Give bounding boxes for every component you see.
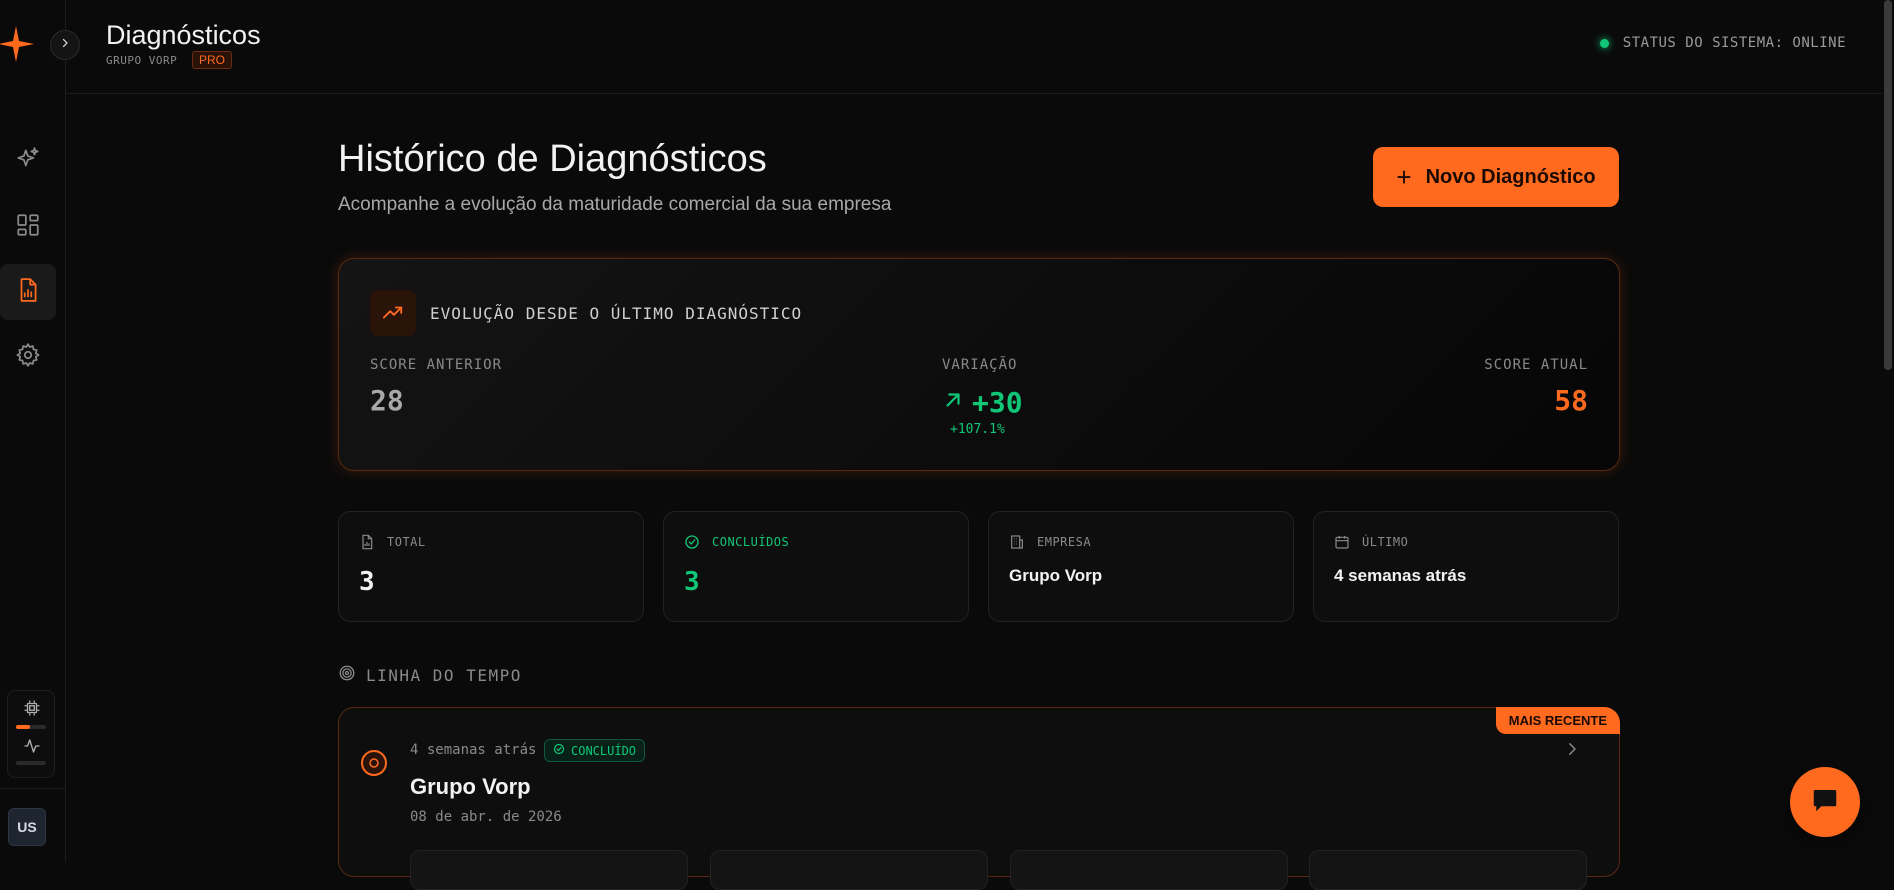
sidebar: US <box>0 0 66 862</box>
activity-bar <box>16 761 46 765</box>
sidebar-item-ai[interactable] <box>0 133 56 189</box>
entry-detail-box <box>1309 850 1587 890</box>
variation-value: +30 <box>972 386 1023 419</box>
stat-card-total: TOTAL 3 <box>338 511 644 622</box>
timeline-entry[interactable]: MAIS RECENTE 4 semanas atrás CONCLUÍDO G… <box>338 707 1620 890</box>
check-circle-icon <box>553 743 565 758</box>
page-subtitle: Acompanhe a evolução da maturidade comer… <box>338 194 892 215</box>
status-text: STATUS DO SISTEMA: ONLINE <box>1622 35 1846 51</box>
stat-card-completed: CONCLUÍDOS 3 <box>663 511 969 622</box>
status-dot <box>1599 38 1609 48</box>
building-icon <box>1009 534 1025 550</box>
entry-date: 08 de abr. de 2026 <box>410 809 562 825</box>
report-file-icon <box>15 277 41 308</box>
chat-button[interactable] <box>1790 767 1860 837</box>
top-header: Diagnósticos GRUPO VORP PRO STATUS DO SI… <box>66 0 1892 94</box>
sidebar-toggle-button[interactable] <box>50 30 80 60</box>
sparkles-icon <box>15 146 41 177</box>
sidebar-item-settings[interactable] <box>0 329 56 385</box>
page-scrollbar[interactable] <box>1882 0 1894 862</box>
file-icon <box>359 534 375 550</box>
variation-row: +30 <box>942 386 1023 419</box>
new-diagnostic-label: Novo Diagnóstico <box>1425 165 1596 188</box>
system-status: STATUS DO SISTEMA: ONLINE <box>1599 35 1846 51</box>
evolution-title: EVOLUÇÃO DESDE O ÚLTIMO DIAGNÓSTICO <box>430 304 803 323</box>
app-title: Diagnósticos <box>106 20 261 50</box>
target-icon <box>338 664 356 686</box>
stat-value: 4 semanas atrás <box>1334 566 1467 585</box>
activity-icon <box>23 737 41 760</box>
stat-label: TOTAL <box>387 535 426 549</box>
entry-company: Grupo Vorp <box>410 774 531 799</box>
previous-score-label: SCORE ANTERIOR <box>370 357 503 373</box>
stat-label: CONCLUÍDOS <box>712 535 790 549</box>
stat-label: ÚLTIMO <box>1362 535 1409 549</box>
entry-detail-box <box>1010 850 1288 890</box>
scrollbar-thumb[interactable] <box>1884 0 1892 370</box>
entry-relative-time: 4 semanas atrás <box>410 742 537 758</box>
new-diagnostic-button[interactable]: + Novo Diagnóstico <box>1373 147 1619 207</box>
entry-status-text: CONCLUÍDO <box>571 743 637 758</box>
previous-score-value: 28 <box>370 384 404 417</box>
check-circle-icon <box>684 534 700 550</box>
stat-value: Grupo Vorp <box>1009 566 1103 585</box>
stat-value: 3 <box>359 567 375 597</box>
sidebar-item-dashboard[interactable] <box>0 199 56 255</box>
cpu-icon <box>23 699 41 722</box>
entry-detail-box <box>410 850 688 890</box>
timeline-dot-icon <box>361 750 387 776</box>
current-score-value: 58 <box>1554 384 1588 417</box>
entry-detail-box <box>710 850 988 890</box>
plan-badge: PRO <box>192 51 233 69</box>
stat-value: 3 <box>684 567 700 597</box>
evolution-card: EVOLUÇÃO DESDE O ÚLTIMO DIAGNÓSTICO SCOR… <box>338 258 1620 471</box>
chevron-right-icon[interactable] <box>1563 740 1581 763</box>
system-monitor <box>7 690 55 778</box>
variation-percent: +107.1% <box>950 422 1005 437</box>
sidebar-divider <box>0 788 66 789</box>
stat-label: EMPRESA <box>1037 535 1092 549</box>
calendar-icon <box>1334 534 1350 550</box>
current-score-label: SCORE ATUAL <box>1484 357 1588 373</box>
page-title: Histórico de Diagnósticos <box>338 138 767 180</box>
user-avatar[interactable]: US <box>8 808 46 846</box>
org-name: GRUPO VORP <box>106 54 178 67</box>
dashboard-icon <box>15 212 41 243</box>
chevron-right-icon <box>59 36 71 54</box>
sidebar-item-reports[interactable] <box>0 264 56 320</box>
brand-logo-icon[interactable] <box>0 26 36 62</box>
chat-bubble-icon <box>1810 785 1840 820</box>
plus-icon: + <box>1396 162 1412 192</box>
stat-card-company: EMPRESA Grupo Vorp <box>988 511 1294 622</box>
stat-card-last: ÚLTIMO 4 semanas atrás <box>1313 511 1619 622</box>
timeline-heading: LINHA DO TEMPO <box>338 664 522 686</box>
arrow-up-right-icon <box>942 389 964 416</box>
gear-icon <box>15 342 41 373</box>
cpu-usage-bar <box>16 725 46 729</box>
trending-up-icon <box>370 290 416 336</box>
timeline-heading-text: LINHA DO TEMPO <box>366 665 522 685</box>
variation-label: VARIAÇÃO <box>942 357 1018 373</box>
most-recent-badge: MAIS RECENTE <box>1495 707 1620 734</box>
entry-status-badge: CONCLUÍDO <box>544 739 646 762</box>
